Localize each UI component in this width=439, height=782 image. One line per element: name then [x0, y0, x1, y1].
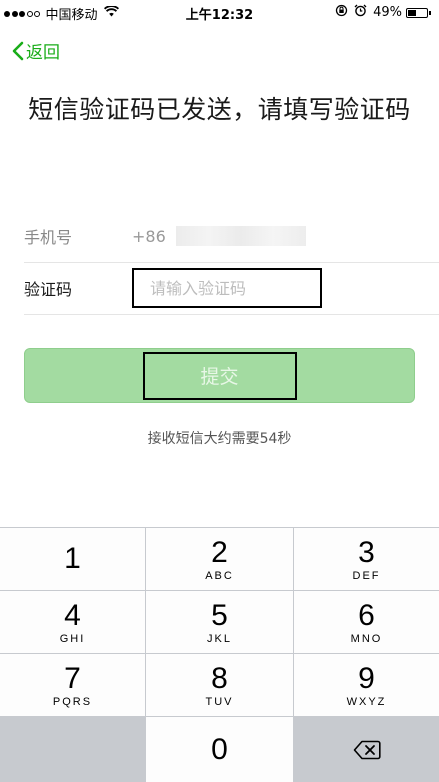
orientation-lock-icon: [335, 4, 354, 21]
battery-icon: [406, 7, 428, 18]
key-0[interactable]: 0: [146, 717, 293, 782]
numeric-keypad: 1 2 ABC 3 DEF 4 GHI 5 JKL 6 MNO 7 PQRS 8…: [0, 527, 439, 782]
status-bar: 中国移动 上午12:32 49%: [0, 0, 439, 24]
submit-button-label: 提交: [142, 351, 297, 400]
key-7[interactable]: 7 PQRS: [0, 654, 145, 716]
submit-button[interactable]: 提交: [24, 348, 415, 403]
phone-row: 手机号 +86: [24, 210, 439, 263]
key-8[interactable]: 8 TUV: [146, 654, 293, 716]
back-button[interactable]: 返回: [12, 38, 60, 63]
key-1[interactable]: 1: [0, 528, 145, 590]
battery-fill: [408, 9, 416, 16]
phone-label: 手机号: [24, 228, 73, 247]
status-right: 49%: [335, 4, 431, 21]
key-3[interactable]: 3 DEF: [294, 528, 439, 590]
backspace-icon: [353, 740, 381, 759]
delete-key[interactable]: [294, 717, 439, 782]
code-row: 验证码: [24, 262, 439, 315]
country-code: +86: [132, 226, 166, 246]
page-title: 短信验证码已发送，请填写验证码: [28, 95, 411, 124]
chevron-left-icon: [12, 41, 24, 60]
alarm-icon: [354, 4, 373, 21]
phone-number-redacted: [175, 226, 306, 246]
key-9[interactable]: 9 WXYZ: [294, 654, 439, 716]
code-label: 验证码: [24, 280, 73, 299]
key-5[interactable]: 5 JKL: [146, 591, 293, 653]
key-6[interactable]: 6 MNO: [294, 591, 439, 653]
key-4[interactable]: 4 GHI: [0, 591, 145, 653]
battery-percentage: 49%: [373, 5, 402, 20]
key-2[interactable]: 2 ABC: [146, 528, 293, 590]
sms-countdown-text: 接收短信大约需要54秒: [147, 431, 292, 447]
verification-code-input[interactable]: [132, 268, 322, 308]
back-button-label: 返回: [26, 43, 60, 63]
key-empty: [0, 717, 145, 782]
